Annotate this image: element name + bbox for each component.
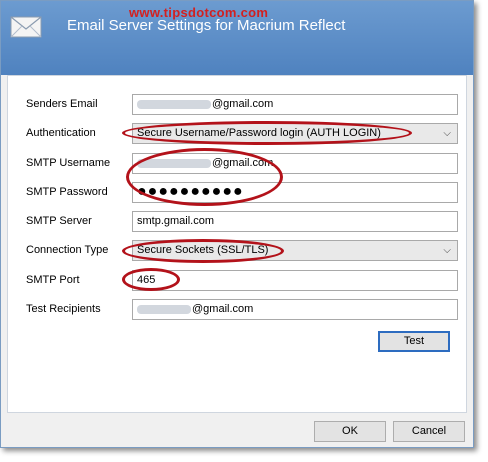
envelope-icon [10, 16, 42, 38]
test-recipients-label: Test Recipients [26, 303, 101, 315]
redacted-text [137, 158, 211, 168]
window-title: Email Server Settings for Macrium Reflec… [67, 17, 346, 34]
connection-type-value: Secure Sockets (SSL/TLS) [137, 244, 269, 256]
smtp-server-value: smtp.gmail.com [137, 215, 215, 227]
authentication-value: Secure Username/Password login (AUTH LOG… [137, 127, 381, 139]
smtp-port-value: 465 [137, 274, 156, 286]
chevron-down-icon: ⌵ [443, 245, 451, 256]
smtp-password-field[interactable]: ●●●●●●●●●● [132, 182, 458, 203]
senders-email-field[interactable]: @gmail.com [132, 94, 458, 115]
smtp-username-label: SMTP Username [26, 157, 111, 169]
smtp-port-label: SMTP Port [26, 274, 80, 286]
test-recipients-value: @gmail.com [192, 303, 254, 315]
authentication-dropdown[interactable]: Secure Username/Password login (AUTH LOG… [132, 123, 458, 144]
settings-form: Senders Email @gmail.com Authentication … [7, 75, 467, 413]
test-recipients-field[interactable]: @gmail.com [132, 299, 458, 320]
senders-email-label: Senders Email [26, 98, 98, 110]
smtp-username-field[interactable]: @gmail.com [132, 153, 458, 174]
title-bar: www.tipsdotcom.com Email Server Settings… [1, 1, 473, 75]
redacted-text [137, 304, 191, 314]
email-settings-dialog: www.tipsdotcom.com Email Server Settings… [0, 0, 474, 448]
cancel-button[interactable]: Cancel [393, 421, 465, 442]
test-button[interactable]: Test [378, 331, 450, 352]
connection-type-dropdown[interactable]: Secure Sockets (SSL/TLS) ⌵ [132, 240, 458, 261]
connection-type-label: Connection Type [26, 244, 109, 256]
ok-button[interactable]: OK [314, 421, 386, 442]
smtp-password-value: ●●●●●●●●●● [137, 183, 244, 200]
authentication-label: Authentication [26, 127, 96, 139]
smtp-username-value: @gmail.com [212, 157, 274, 169]
redacted-text [137, 99, 211, 109]
smtp-port-field[interactable]: 465 [132, 270, 458, 291]
smtp-server-label: SMTP Server [26, 215, 92, 227]
smtp-server-field[interactable]: smtp.gmail.com [132, 211, 458, 232]
smtp-password-label: SMTP Password [26, 186, 108, 198]
senders-email-value: @gmail.com [212, 98, 274, 110]
chevron-down-icon: ⌵ [443, 128, 451, 139]
